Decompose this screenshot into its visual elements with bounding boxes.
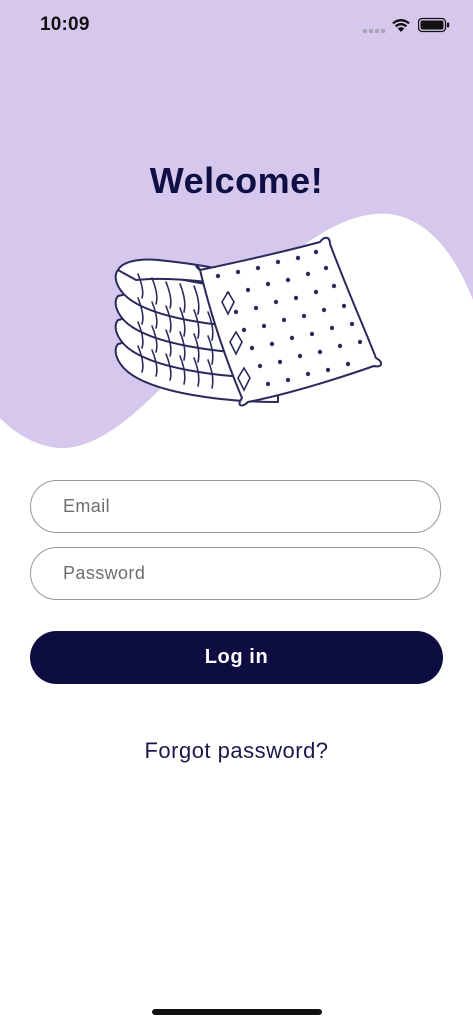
home-indicator [152,1009,322,1015]
signal-icon [363,29,385,33]
welcome-title: Welcome! [149,160,324,201]
status-time: 10:09 [40,14,90,35]
forgot-password-link[interactable]: Forgot password? [0,738,473,764]
email-field[interactable] [30,480,441,533]
login-button[interactable]: Log in [30,631,443,684]
email-input[interactable] [63,481,420,532]
status-bar: 10:09 [0,0,473,50]
wifi-icon [392,19,410,32]
password-field[interactable] [30,547,441,600]
password-input[interactable] [63,548,420,599]
battery-icon [418,17,450,33]
towels-and-pillow-illustration [114,236,382,407]
